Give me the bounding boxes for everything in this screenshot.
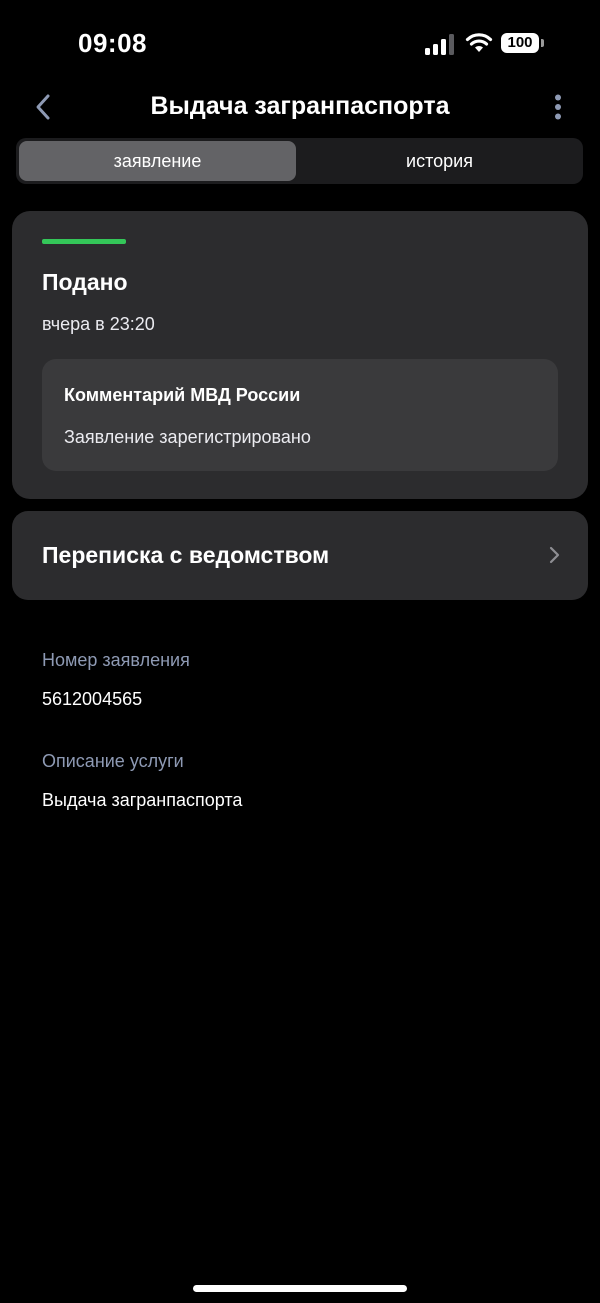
battery-cap bbox=[541, 39, 544, 47]
status-date: вчера в 23:20 bbox=[42, 314, 155, 334]
home-indicator[interactable] bbox=[193, 1285, 407, 1292]
status-time: 09:08 bbox=[78, 28, 147, 58]
status-progress-line bbox=[42, 239, 126, 244]
correspondence-label: Переписка с ведомством bbox=[42, 542, 330, 568]
comment-box: Комментарий МВД России Заявление зарегис… bbox=[42, 359, 558, 471]
cellular-signal-icon bbox=[425, 34, 454, 55]
more-vertical-icon bbox=[555, 94, 561, 120]
page-title: Выдача загранпаспорта bbox=[150, 92, 450, 120]
status-bar: 09:08 100 bbox=[0, 0, 600, 88]
application-number-value: 5612004565 bbox=[42, 689, 143, 709]
correspondence-row[interactable]: Переписка с ведомством bbox=[12, 511, 588, 600]
service-description-label: Описание услуги bbox=[42, 751, 184, 771]
tab-application[interactable]: заявление bbox=[19, 141, 296, 181]
application-number-label: Номер заявления bbox=[42, 650, 190, 670]
tab-history[interactable]: история bbox=[299, 141, 580, 181]
status-card: Подано вчера в 23:20 Комментарий МВД Рос… bbox=[12, 211, 588, 499]
battery-icon: 100 bbox=[501, 33, 545, 55]
chevron-right-icon bbox=[549, 546, 560, 564]
wifi-icon bbox=[465, 33, 493, 52]
comment-title: Комментарий МВД России bbox=[64, 385, 301, 405]
comment-text: Заявление зарегистрировано bbox=[64, 427, 311, 447]
battery-level: 100 bbox=[501, 33, 539, 53]
header: Выдача загранпаспорта bbox=[0, 80, 600, 136]
segmented-tabs: заявление история bbox=[16, 138, 583, 184]
service-description-value: Выдача загранпаспорта bbox=[42, 790, 243, 810]
status-title: Подано bbox=[42, 269, 128, 295]
more-menu-button[interactable] bbox=[546, 90, 570, 124]
